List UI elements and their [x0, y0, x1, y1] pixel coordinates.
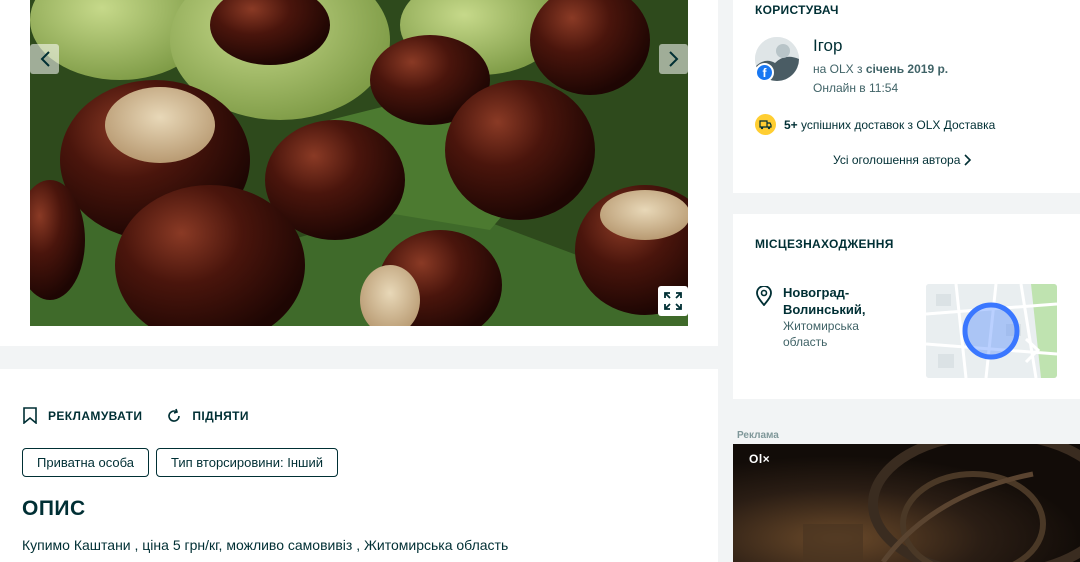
user-online-status: Онлайн в 11:54	[813, 81, 899, 95]
bookmark-icon	[23, 407, 37, 424]
location-city: Новоград-Волинський,	[783, 285, 866, 317]
ad-logo: Ol×	[749, 452, 771, 466]
all-author-ads-link[interactable]: Усі оголошення автора	[833, 153, 972, 167]
ad-banner[interactable]: Ol×	[733, 444, 1080, 562]
delivery-count: 5+	[784, 117, 798, 132]
listing-page: РЕКЛАМУВАТИ ПІДНЯТИ Приватна особа Тип в…	[0, 0, 1080, 562]
user-since: на OLX з січень 2019 р.	[813, 62, 948, 76]
delivery-label: успішних доставок з OLX Доставка	[797, 117, 996, 132]
chestnut-image	[30, 0, 688, 326]
raise-label: ПІДНЯТИ	[192, 408, 249, 423]
location-section-title: МІСЦЕЗНАХОДЖЕННЯ	[755, 237, 894, 251]
chevron-right-icon	[668, 51, 678, 67]
delivery-stats: 5+ успішних доставок з OLX Доставка	[755, 114, 995, 135]
user-card: КОРИСТУВАЧ f Ігор на OLX з січень 2019 р…	[733, 0, 1080, 193]
listing-actions: РЕКЛАМУВАТИ ПІДНЯТИ	[22, 407, 249, 424]
fullscreen-button[interactable]	[658, 286, 688, 316]
refresh-icon	[168, 408, 181, 422]
all-ads-label: Усі оголошення автора	[833, 153, 961, 167]
ad-image	[733, 444, 1080, 562]
description-card: РЕКЛАМУВАТИ ПІДНЯТИ Приватна особа Тип в…	[0, 369, 718, 562]
previous-photo-button[interactable]	[30, 44, 59, 74]
user-section-title: КОРИСТУВАЧ	[755, 3, 839, 17]
gallery-card	[0, 0, 718, 346]
tag-seller-type[interactable]: Приватна особа	[22, 448, 149, 477]
promote-label: РЕКЛАМУВАТИ	[48, 408, 143, 423]
location-map[interactable]	[926, 284, 1057, 378]
raise-button[interactable]: ПІДНЯТИ	[166, 407, 249, 424]
location-card: МІСЦЕЗНАХОДЖЕННЯ Новоград-Волинський, Жи…	[733, 214, 1080, 399]
map-thumbnail	[926, 284, 1057, 378]
chevron-right-icon	[964, 154, 972, 166]
delivery-text: 5+ успішних доставок з OLX Доставка	[784, 118, 995, 132]
tag-material-type[interactable]: Тип вторсировини: Інший	[156, 448, 338, 477]
promote-button[interactable]: РЕКЛАМУВАТИ	[22, 407, 142, 424]
location-pin-icon	[756, 286, 772, 306]
next-photo-button[interactable]	[659, 44, 688, 74]
user-since-date: січень 2019 р.	[865, 62, 949, 76]
truck-icon	[755, 114, 776, 135]
expand-icon	[664, 292, 682, 310]
user-since-prefix: на OLX з	[813, 62, 866, 76]
map-marker	[962, 302, 1020, 360]
facebook-icon: f	[755, 63, 774, 82]
ad-label: Реклама	[737, 430, 779, 441]
description-text: Купимо Каштани , ціна 5 грн/кг, можливо …	[22, 537, 509, 553]
user-name[interactable]: Ігор	[813, 36, 842, 56]
location-region: Житомирська область	[783, 319, 859, 349]
description-title: ОПИС	[22, 497, 86, 520]
listing-tags: Приватна особа Тип вторсировини: Інший	[22, 448, 338, 477]
chevron-left-icon	[40, 51, 50, 67]
listing-photo[interactable]	[30, 0, 688, 326]
